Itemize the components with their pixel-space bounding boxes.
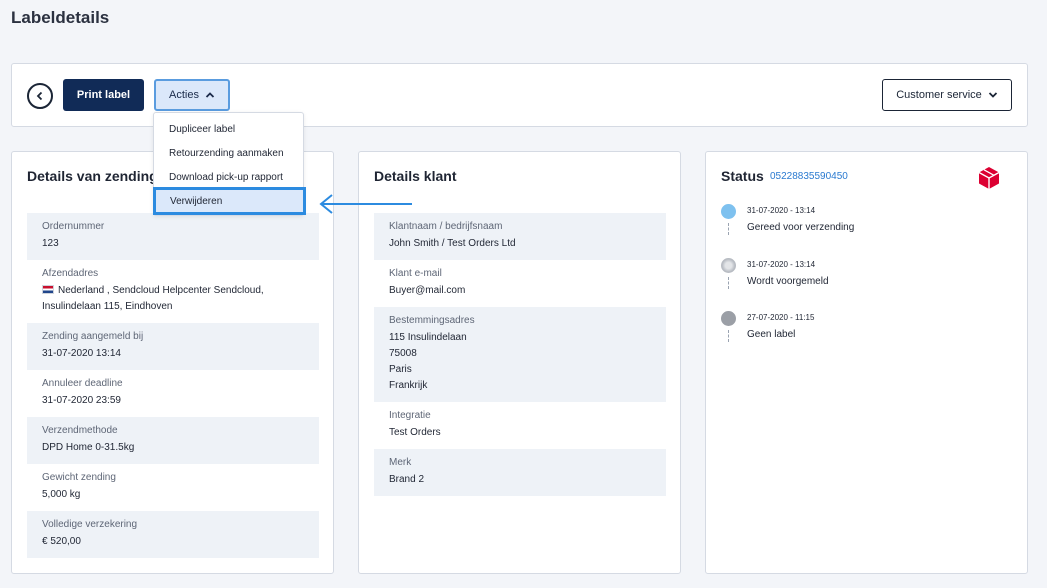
status-dot bbox=[721, 258, 736, 273]
back-button[interactable] bbox=[27, 83, 53, 109]
detail-row: Verzendmethode DPD Home 0-31.5kg bbox=[27, 417, 319, 464]
row-label: Gewicht zending bbox=[42, 472, 116, 483]
event-time: 31-07-2020 - 13:14 bbox=[747, 206, 816, 215]
status-dot bbox=[721, 311, 736, 326]
arrow-annotation bbox=[319, 194, 412, 214]
detail-row: Bestemmingsadres 115 Insulindelaan 75008… bbox=[374, 307, 666, 402]
acties-dropdown: Dupliceer label Retourzending aanmaken D… bbox=[153, 112, 306, 216]
row-label: Merk bbox=[389, 457, 412, 468]
row-value: 5,000 kg bbox=[42, 489, 81, 500]
status-card: Status 05228835590450 31-07-2020 - 13:14… bbox=[705, 151, 1028, 574]
chevron-left-icon bbox=[36, 91, 43, 101]
page-title: Labeldetails bbox=[11, 8, 110, 27]
event-time: 27-07-2020 - 11:15 bbox=[747, 313, 815, 322]
menu-item-duplicate[interactable]: Dupliceer label bbox=[154, 117, 303, 141]
acties-label: Acties bbox=[169, 89, 199, 101]
card-title: Details klant bbox=[374, 168, 457, 184]
chevron-up-icon bbox=[205, 92, 215, 98]
row-value: John Smith / Test Orders Ltd bbox=[389, 238, 516, 249]
row-label: Verzendmethode bbox=[42, 425, 118, 436]
event-text: Gereed voor verzending bbox=[747, 222, 855, 233]
customer-service-label: Customer service bbox=[896, 89, 982, 101]
customer-rows: Klantnaam / bedrijfsnaam John Smith / Te… bbox=[374, 213, 666, 496]
detail-row: Integratie Test Orders bbox=[374, 402, 666, 449]
detail-row: Afzendadres Nederland , Sendcloud Helpce… bbox=[27, 260, 319, 323]
customer-service-button[interactable]: Customer service bbox=[882, 79, 1012, 111]
detail-row: Merk Brand 2 bbox=[374, 449, 666, 496]
detail-row: Klantnaam / bedrijfsnaam John Smith / Te… bbox=[374, 213, 666, 260]
row-label: Volledige verzekering bbox=[42, 519, 138, 530]
row-value: Insulindelaan 115, Eindhoven bbox=[42, 301, 173, 312]
row-value: 31-07-2020 23:59 bbox=[42, 395, 121, 406]
address-line: Paris bbox=[389, 364, 412, 375]
row-value: DPD Home 0-31.5kg bbox=[42, 442, 135, 453]
status-title: Status bbox=[721, 168, 764, 184]
row-label: Klantnaam / bedrijfsnaam bbox=[389, 221, 503, 232]
row-value: 123 bbox=[42, 238, 59, 249]
print-label-button[interactable]: Print label bbox=[63, 79, 144, 111]
event-time: 31-07-2020 - 13:14 bbox=[747, 260, 816, 269]
row-label: Afzendadres bbox=[42, 268, 99, 279]
detail-row: Ordernummer 123 bbox=[27, 213, 319, 260]
row-label: Ordernummer bbox=[42, 221, 105, 232]
row-label: Annuleer deadline bbox=[42, 378, 123, 389]
row-value: Brand 2 bbox=[389, 474, 425, 485]
row-label: Klant e-mail bbox=[389, 268, 442, 279]
row-label: Zending aangemeld bij bbox=[42, 331, 144, 342]
dpd-logo-icon bbox=[978, 167, 1000, 189]
address-line: 75008 bbox=[389, 348, 417, 359]
detail-row: Zending aangemeld bij 31-07-2020 13:14 bbox=[27, 323, 319, 370]
address-line: 115 Insulindelaan bbox=[389, 332, 467, 343]
netherlands-flag-icon bbox=[42, 285, 54, 294]
event-text: Geen label bbox=[747, 329, 796, 340]
row-label: Bestemmingsadres bbox=[389, 315, 475, 326]
row-value: 31-07-2020 13:14 bbox=[42, 348, 121, 359]
tracking-number-link[interactable]: 05228835590450 bbox=[770, 171, 848, 182]
row-label: Integratie bbox=[389, 410, 431, 421]
row-value: Test Orders bbox=[389, 427, 441, 438]
menu-item-delete[interactable]: Verwijderen bbox=[153, 187, 306, 215]
row-value: Buyer@mail.com bbox=[389, 285, 466, 296]
detail-row: Volledige verzekering € 520,00 bbox=[27, 511, 319, 558]
status-dot bbox=[721, 204, 736, 219]
chevron-down-icon bbox=[988, 92, 997, 98]
detail-row: Klant e-mail Buyer@mail.com bbox=[374, 260, 666, 307]
detail-row: Annuleer deadline 31-07-2020 23:59 bbox=[27, 370, 319, 417]
row-value: Nederland , Sendcloud Helpcenter Sendclo… bbox=[58, 285, 264, 296]
event-text: Wordt voorgemeld bbox=[747, 276, 829, 287]
address-line: Frankrijk bbox=[389, 380, 428, 391]
detail-row: Gewicht zending 5,000 kg bbox=[27, 464, 319, 511]
menu-item-download-pickup[interactable]: Download pick-up rapport bbox=[154, 165, 303, 189]
menu-item-create-return[interactable]: Retourzending aanmaken bbox=[154, 141, 303, 165]
card-title: Details van zending bbox=[27, 168, 158, 184]
row-value: € 520,00 bbox=[42, 536, 81, 547]
acties-button[interactable]: Acties bbox=[154, 79, 230, 111]
shipment-rows: Ordernummer 123 Afzendadres Nederland , … bbox=[27, 213, 319, 558]
